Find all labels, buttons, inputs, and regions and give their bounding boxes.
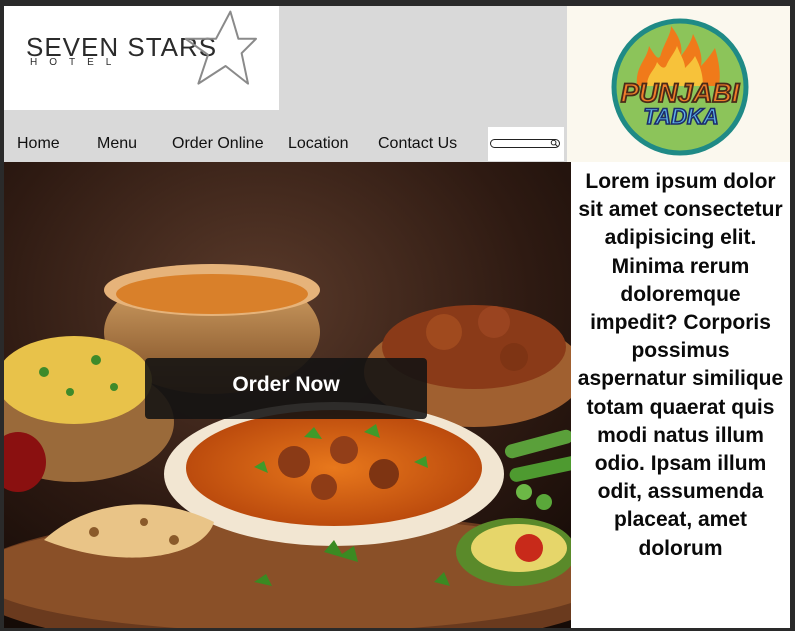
star-icon [184, 10, 257, 85]
main-nav: Home Menu Order Online Location Contact … [4, 110, 567, 162]
nav-item-menu[interactable]: Menu [97, 134, 137, 154]
search-box [488, 127, 564, 161]
hotel-logo-subtitle: HOTEL [30, 57, 124, 68]
punjabi-tadka-logo[interactable]: PUNJABI TADKA [599, 16, 761, 158]
header-strip [279, 6, 567, 110]
brand-logo-line2: TADKA [643, 104, 718, 129]
hotel-logo[interactable]: SEVEN STARS HOTEL [4, 6, 279, 110]
nav-item-order-online[interactable]: Order Online [172, 134, 264, 154]
order-now-button[interactable]: Order Now [145, 358, 427, 419]
side-text-panel: Lorem ipsum dolor sit amet consectetur a… [571, 162, 790, 628]
nav-item-location[interactable]: Location [288, 134, 349, 154]
page: SEVEN STARS HOTEL PUNJABI TADKA Home Men… [4, 6, 790, 628]
nav-item-home[interactable]: Home [17, 134, 60, 154]
nav-item-contact-us[interactable]: Contact Us [378, 134, 457, 154]
brand-panel: PUNJABI TADKA [567, 6, 790, 162]
hero-food-image: Order Now [4, 162, 571, 628]
search-icon[interactable] [550, 139, 559, 148]
side-text: Lorem ipsum dolor sit amet consectetur a… [577, 170, 784, 560]
